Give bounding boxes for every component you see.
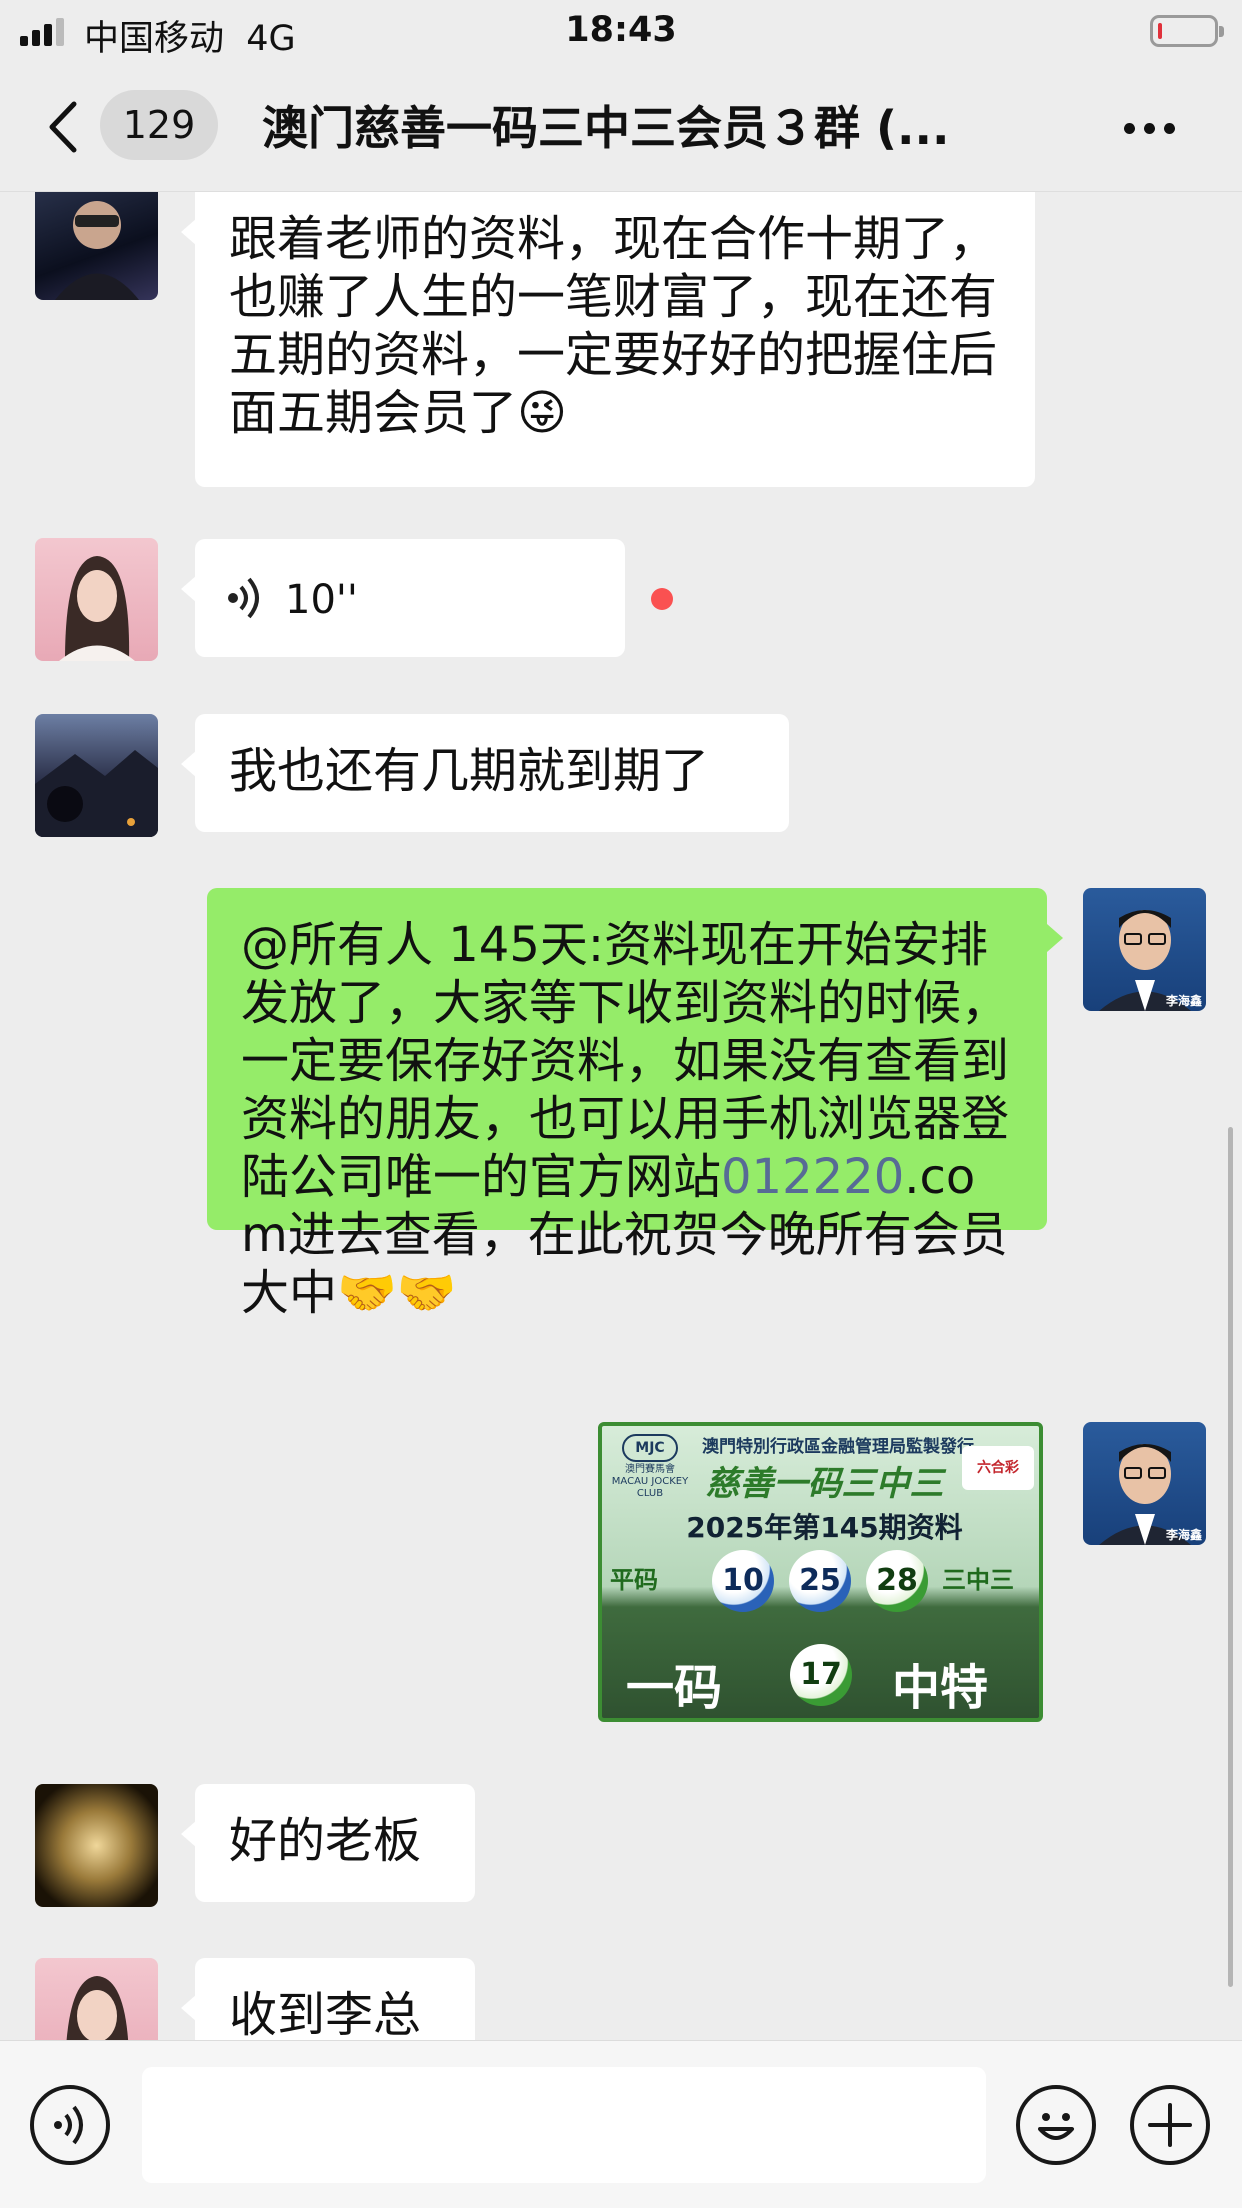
- unread-indicator: [651, 588, 673, 610]
- emoji-button[interactable]: [1016, 2085, 1096, 2165]
- avatar[interactable]: 李海鑫: [1083, 1422, 1206, 1545]
- issuer-text: 澳門特別行政區金融管理局監製發行: [702, 1437, 974, 1457]
- message-bubble[interactable]: 跟着老师的资料，现在合作十期了，也赚了人生的一笔财富了，现在还有五期的资料，一定…: [181, 192, 1035, 487]
- label-pingma: 平码: [610, 1566, 658, 1594]
- avatar[interactable]: [35, 714, 158, 837]
- avatar[interactable]: 李海鑫: [1083, 888, 1206, 1011]
- message-input[interactable]: [142, 2067, 986, 2183]
- message-text: 好的老板: [229, 1813, 422, 1869]
- battery-icon: [1150, 15, 1224, 47]
- label-zhongte: 中特: [892, 1660, 989, 1716]
- message-bubble[interactable]: 好的老板: [181, 1784, 475, 1902]
- issue-text: 2025年第145期资料: [686, 1511, 963, 1544]
- message-bubble[interactable]: 收到李总: [181, 1958, 475, 2040]
- handshake-emoji-icon: 🤝🤝: [337, 1265, 457, 1321]
- unread-count-badge[interactable]: 129: [100, 90, 218, 160]
- number-ball: 25: [789, 1550, 851, 1612]
- input-bar: [0, 2040, 1242, 2208]
- voice-message-bubble[interactable]: 10'': [181, 539, 625, 657]
- plus-icon: [1148, 2103, 1192, 2147]
- label-sanzhongsan: 三中三: [942, 1566, 1014, 1594]
- voice-duration: 10'': [285, 577, 358, 623]
- number-ball: 10: [712, 1550, 774, 1612]
- person-icon: [55, 201, 139, 300]
- message-bubble[interactable]: 我也还有几期就到期了: [181, 714, 789, 832]
- avatar[interactable]: [35, 1784, 158, 1907]
- message-text: 收到李总: [229, 1987, 422, 2040]
- message-bubble[interactable]: @所有人 145天:资料现在开始安排发放了，大家等下收到资料的时候，一定要保存好…: [207, 888, 1063, 1321]
- voice-input-button[interactable]: [30, 2085, 110, 2165]
- avatar[interactable]: [35, 1958, 158, 2040]
- lottery-image[interactable]: MJC 澳門賽馬會 MACAU JOCKEY CLUB 澳門特別行政區金融管理局…: [598, 1422, 1043, 1722]
- more-functions-button[interactable]: [1130, 2085, 1210, 2165]
- back-icon[interactable]: [40, 92, 90, 162]
- message-list[interactable]: 跟着老师的资料，现在合作十期了，也赚了人生的一笔财富了，现在还有五期的资料，一定…: [0, 192, 1242, 2040]
- wink-emoji-icon: 😜: [517, 385, 568, 441]
- smiley-icon: [1038, 2113, 1074, 2140]
- avatar[interactable]: [35, 538, 158, 661]
- scrollbar[interactable]: [1228, 1127, 1233, 1987]
- voice-icon: [228, 577, 259, 619]
- sender-name: 李海鑫: [1165, 1528, 1202, 1542]
- number-ball: 28: [866, 1550, 928, 1612]
- sender-name: 李海鑫: [1165, 994, 1202, 1008]
- website-link[interactable]: 012220: [721, 1149, 904, 1205]
- scenery-icon: [35, 750, 158, 837]
- status-time: 18:43: [565, 10, 677, 50]
- chat-header: 129 澳门慈善一码三中三会员３群 (...: [0, 62, 1242, 192]
- avatar[interactable]: [35, 192, 158, 300]
- chat-title: 澳门慈善一码三中三会员３群 (...: [262, 101, 950, 155]
- label-yima: 一码: [626, 1660, 723, 1716]
- person-icon: [59, 556, 135, 661]
- voice-icon: [54, 2105, 83, 2145]
- person-icon: [66, 1976, 129, 2040]
- message-text: 跟着老师的资料，现在合作十期了，也赚了人生的一笔财富了，现在还有五期的资料，一定…: [229, 211, 998, 441]
- message-text: 我也还有几期就到期了: [229, 743, 710, 799]
- more-options-icon[interactable]: [1120, 112, 1180, 142]
- status-bar: 中国移动 4G 18:43: [0, 0, 1242, 62]
- special-ball: 17: [790, 1644, 852, 1706]
- image-headline: 慈善一码三中三: [705, 1464, 944, 1504]
